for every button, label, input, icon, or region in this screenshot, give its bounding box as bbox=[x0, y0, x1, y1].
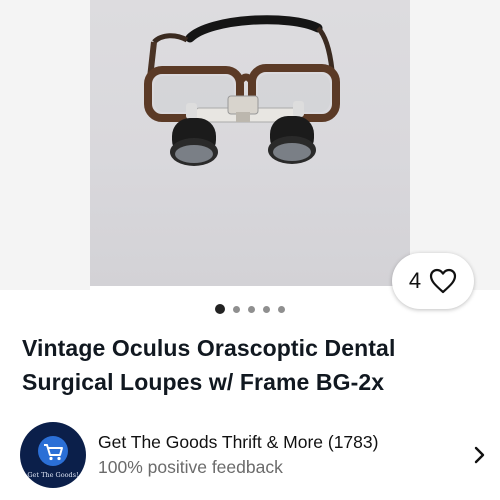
pagination-dot-2[interactable] bbox=[233, 305, 240, 313]
like-button[interactable]: 4 bbox=[392, 253, 474, 309]
listing-title-line-1: Vintage Oculus Orascoptic Dental bbox=[22, 335, 396, 361]
gallery-side-panel-left bbox=[0, 0, 90, 290]
heart-icon bbox=[430, 268, 457, 294]
seller-avatar-text: Get The Goods! bbox=[27, 471, 79, 479]
seller-row[interactable]: Get The Goods! Get The Goods Thrift & Mo… bbox=[20, 422, 490, 488]
seller-avatar[interactable]: Get The Goods! bbox=[20, 422, 86, 488]
image-pagination-dots bbox=[0, 304, 500, 314]
loupes-illustration bbox=[144, 15, 340, 166]
listing-title-line-2: Surgical Loupes w/ Frame BG-2x bbox=[22, 369, 385, 395]
chevron-right-icon[interactable] bbox=[470, 443, 490, 467]
seller-feedback: 100% positive feedback bbox=[98, 457, 283, 477]
pagination-dot-1[interactable] bbox=[215, 304, 225, 314]
pagination-dot-3[interactable] bbox=[248, 305, 255, 313]
pagination-dot-5[interactable] bbox=[278, 305, 285, 313]
seller-info: Get The Goods Thrift & More (1783) 100% … bbox=[98, 430, 470, 480]
image-gallery[interactable] bbox=[0, 0, 500, 290]
like-count: 4 bbox=[408, 268, 422, 293]
gallery-side-panel-right bbox=[410, 0, 500, 290]
product-photo[interactable] bbox=[90, 0, 410, 286]
seller-name[interactable]: Get The Goods Thrift & More (1783) bbox=[98, 430, 470, 454]
shopping-cart-icon bbox=[38, 436, 68, 466]
pagination-dot-4[interactable] bbox=[263, 305, 270, 313]
listing-title: Vintage Oculus Orascoptic Dental Surgica… bbox=[22, 331, 492, 399]
